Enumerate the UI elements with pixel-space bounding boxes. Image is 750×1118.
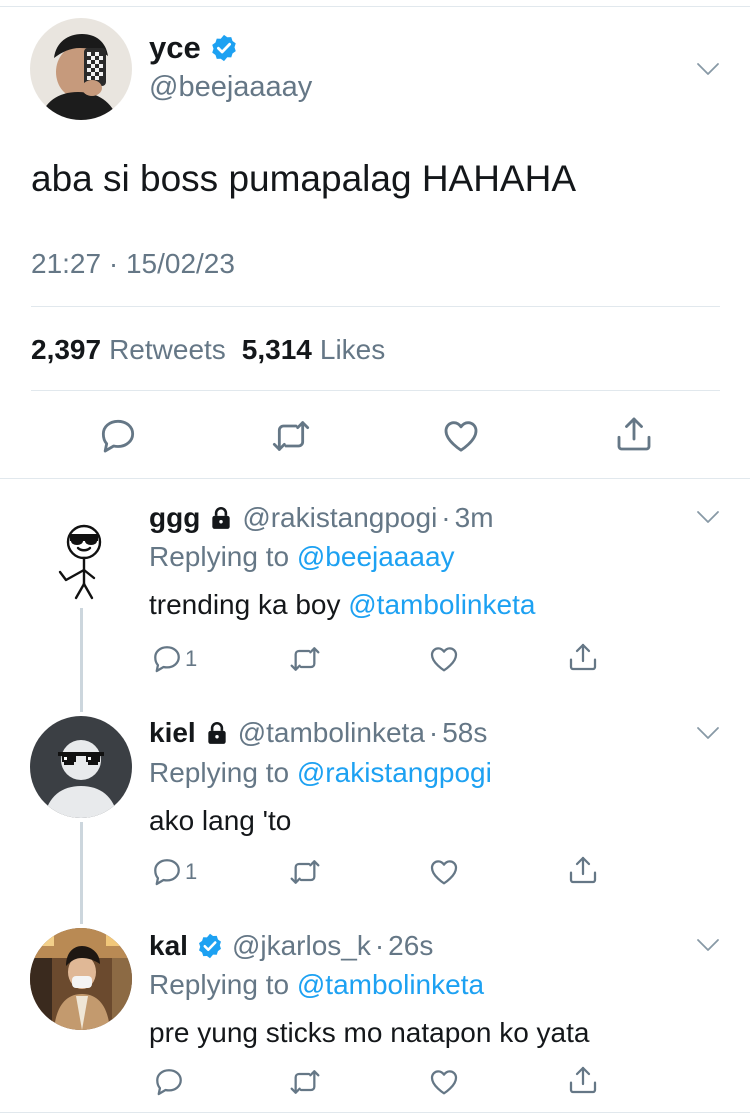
reply-icon[interactable] bbox=[151, 856, 183, 888]
reply-time[interactable]: 3m bbox=[455, 502, 494, 534]
tweet-text: aba si boss pumapalag HAHAHA bbox=[31, 158, 577, 199]
replying-to-mention[interactable]: @beejaaaay bbox=[297, 541, 455, 572]
reply-count: 1 bbox=[185, 646, 198, 671]
like-icon[interactable] bbox=[441, 416, 481, 456]
reply-author-name[interactable]: ggg bbox=[149, 502, 200, 534]
reply-text: trending ka boy @tambolinketa bbox=[149, 589, 535, 621]
divider bbox=[31, 306, 720, 307]
reply-author-handle[interactable]: @rakistangpogi bbox=[242, 502, 437, 534]
chevron-down-icon[interactable] bbox=[696, 62, 720, 76]
replying-to: Replying to @rakistangpogi bbox=[149, 757, 492, 789]
author-name[interactable]: yce bbox=[149, 30, 201, 66]
reply-icon[interactable] bbox=[153, 1066, 185, 1098]
main-tweet-avatar[interactable] bbox=[30, 18, 132, 120]
lock-icon bbox=[204, 720, 230, 746]
verified-badge-icon bbox=[196, 932, 224, 960]
chevron-down-icon[interactable] bbox=[696, 726, 720, 740]
reply-author-handle[interactable]: @jkarlos_k bbox=[232, 930, 371, 962]
separator-dot: · bbox=[374, 930, 385, 961]
reply-icon[interactable] bbox=[98, 416, 138, 456]
top-divider bbox=[0, 6, 750, 7]
section-divider bbox=[0, 478, 750, 479]
replying-to: Replying to @tambolinketa bbox=[149, 969, 484, 1001]
thread-line bbox=[80, 608, 83, 712]
share-icon[interactable] bbox=[567, 1064, 599, 1096]
like-icon[interactable] bbox=[428, 643, 460, 675]
share-icon[interactable] bbox=[567, 854, 599, 886]
likes-label[interactable]: Likes bbox=[320, 334, 385, 366]
reply-time[interactable]: 58s bbox=[442, 717, 487, 749]
lock-icon bbox=[208, 505, 234, 531]
retweets-count[interactable]: 2,397 bbox=[31, 334, 101, 366]
tweet-stats: 2,397 Retweets 5,314 Likes bbox=[31, 334, 401, 366]
reply-avatar[interactable] bbox=[30, 500, 132, 602]
author-handle[interactable]: @beejaaaay bbox=[149, 71, 312, 104]
replying-to: Replying to @beejaaaay bbox=[149, 541, 455, 573]
share-icon[interactable] bbox=[614, 414, 654, 454]
replying-prefix: Replying to bbox=[149, 969, 290, 1000]
like-icon[interactable] bbox=[428, 856, 460, 888]
reply-count: 1 bbox=[185, 859, 198, 884]
reply-author-handle[interactable]: @tambolinketa bbox=[238, 717, 425, 749]
like-icon[interactable] bbox=[428, 1066, 460, 1098]
replying-to-mention[interactable]: @tambolinketa bbox=[297, 969, 484, 1000]
replying-prefix: Replying to bbox=[149, 541, 290, 572]
retweet-icon[interactable] bbox=[289, 856, 321, 888]
main-tweet-author[interactable]: yce bbox=[149, 30, 239, 66]
reply-text: pre yung sticks mo natapon ko yata bbox=[149, 1017, 590, 1048]
separator-dot: · bbox=[428, 717, 439, 748]
reply-mention[interactable]: @tambolinketa bbox=[348, 589, 535, 620]
separator-dot: · bbox=[441, 502, 451, 533]
reply-avatar[interactable] bbox=[30, 716, 132, 818]
bottom-divider bbox=[0, 1112, 750, 1113]
reply-author-name[interactable]: kal bbox=[149, 930, 188, 962]
tweet-timestamp[interactable]: 21:27 · 15/02/23 bbox=[31, 248, 235, 280]
thread-line bbox=[80, 822, 83, 924]
chevron-down-icon[interactable] bbox=[696, 938, 720, 952]
chevron-down-icon[interactable] bbox=[696, 510, 720, 524]
retweet-icon[interactable] bbox=[271, 416, 311, 456]
reply-header: ggg @rakistangpogi · 3m bbox=[149, 502, 494, 534]
retweet-icon[interactable] bbox=[289, 643, 321, 675]
reply-button[interactable]: 1 bbox=[151, 643, 197, 675]
reply-header: kiel @tambolinketa · 58s bbox=[149, 717, 487, 749]
divider bbox=[31, 390, 720, 391]
retweet-icon[interactable] bbox=[289, 1066, 321, 1098]
likes-count[interactable]: 5,314 bbox=[242, 334, 312, 366]
reply-body: trending ka boy bbox=[149, 589, 341, 620]
reply-avatar[interactable] bbox=[30, 928, 132, 1030]
reply-header: kal @jkarlos_k · 26s bbox=[149, 930, 433, 962]
replying-prefix: Replying to bbox=[149, 757, 290, 788]
share-icon[interactable] bbox=[567, 641, 599, 673]
reply-button[interactable]: 1 bbox=[151, 856, 197, 888]
retweets-label[interactable]: Retweets bbox=[109, 334, 226, 366]
reply-icon[interactable] bbox=[151, 643, 183, 675]
reply-author-name[interactable]: kiel bbox=[149, 717, 196, 749]
reply-text: ako lang 'to bbox=[149, 805, 292, 836]
replying-to-mention[interactable]: @rakistangpogi bbox=[297, 757, 492, 788]
reply-time[interactable]: 26s bbox=[388, 930, 433, 962]
verified-badge-icon bbox=[209, 33, 239, 63]
